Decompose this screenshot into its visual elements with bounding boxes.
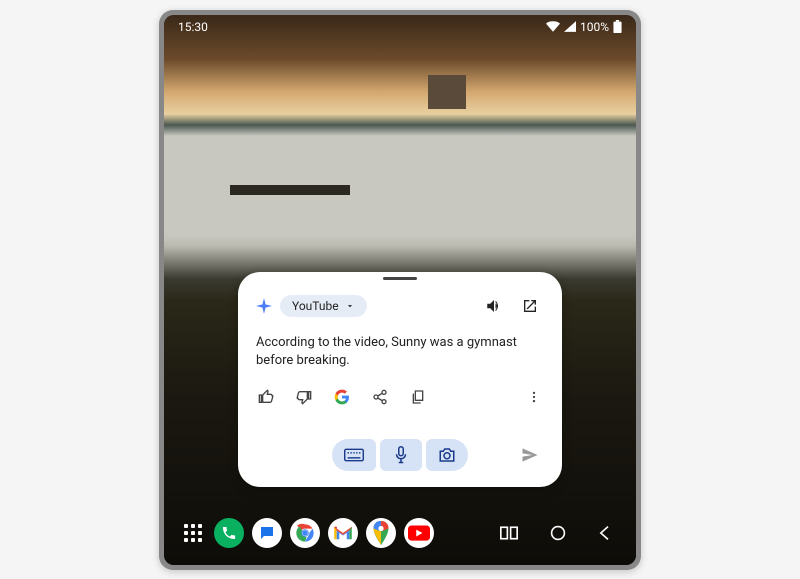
- taskbar-apps: [180, 518, 434, 548]
- screen: 15:30 100% YouTube: [164, 15, 636, 565]
- status-time: 15:30: [178, 20, 208, 34]
- google-search-button[interactable]: [332, 387, 352, 407]
- wifi-icon: [546, 21, 560, 32]
- drag-handle[interactable]: [383, 277, 417, 280]
- video-content: [428, 75, 466, 109]
- card-header: YouTube: [256, 292, 544, 320]
- nav-home[interactable]: [550, 525, 566, 541]
- input-row: [256, 439, 544, 471]
- keyboard-input-button[interactable]: [332, 439, 376, 471]
- nav-back[interactable]: [598, 525, 610, 541]
- status-bar: 15:30 100%: [164, 15, 636, 39]
- assistant-card: YouTube According to the video, Sunny wa…: [238, 272, 562, 486]
- nav-keys: [500, 525, 620, 541]
- chevron-down-icon: [345, 301, 355, 311]
- app-drawer-button[interactable]: [180, 520, 206, 546]
- share-button[interactable]: [370, 387, 390, 407]
- device-frame: 15:30 100% YouTube: [159, 10, 641, 570]
- signal-icon: [564, 21, 576, 32]
- voice-input-button[interactable]: [380, 439, 422, 471]
- chip-label: YouTube: [292, 299, 339, 313]
- assistant-response-text: According to the video, Sunny was a gymn…: [256, 334, 544, 370]
- more-menu-button[interactable]: [524, 387, 544, 407]
- app-maps[interactable]: [366, 518, 396, 548]
- video-content: [230, 185, 350, 195]
- app-chrome[interactable]: [290, 518, 320, 548]
- camera-input-button[interactable]: [426, 439, 468, 471]
- speaker-button[interactable]: [480, 292, 508, 320]
- sparkle-icon: [256, 298, 272, 314]
- app-messages[interactable]: [252, 518, 282, 548]
- app-gmail[interactable]: [328, 518, 358, 548]
- thumbs-down-button[interactable]: [294, 387, 314, 407]
- status-right: 100%: [546, 20, 622, 34]
- response-actions: [256, 387, 544, 407]
- copy-button[interactable]: [408, 387, 428, 407]
- thumbs-up-button[interactable]: [256, 387, 276, 407]
- context-chip-youtube[interactable]: YouTube: [280, 295, 367, 317]
- input-mode-group: [332, 439, 468, 471]
- taskbar: [172, 511, 628, 555]
- nav-recents[interactable]: [500, 526, 518, 540]
- open-external-button[interactable]: [516, 292, 544, 320]
- send-button[interactable]: [516, 441, 544, 469]
- battery-icon: [613, 20, 622, 33]
- app-youtube[interactable]: [404, 518, 434, 548]
- battery-percent: 100%: [580, 20, 609, 34]
- app-phone[interactable]: [214, 518, 244, 548]
